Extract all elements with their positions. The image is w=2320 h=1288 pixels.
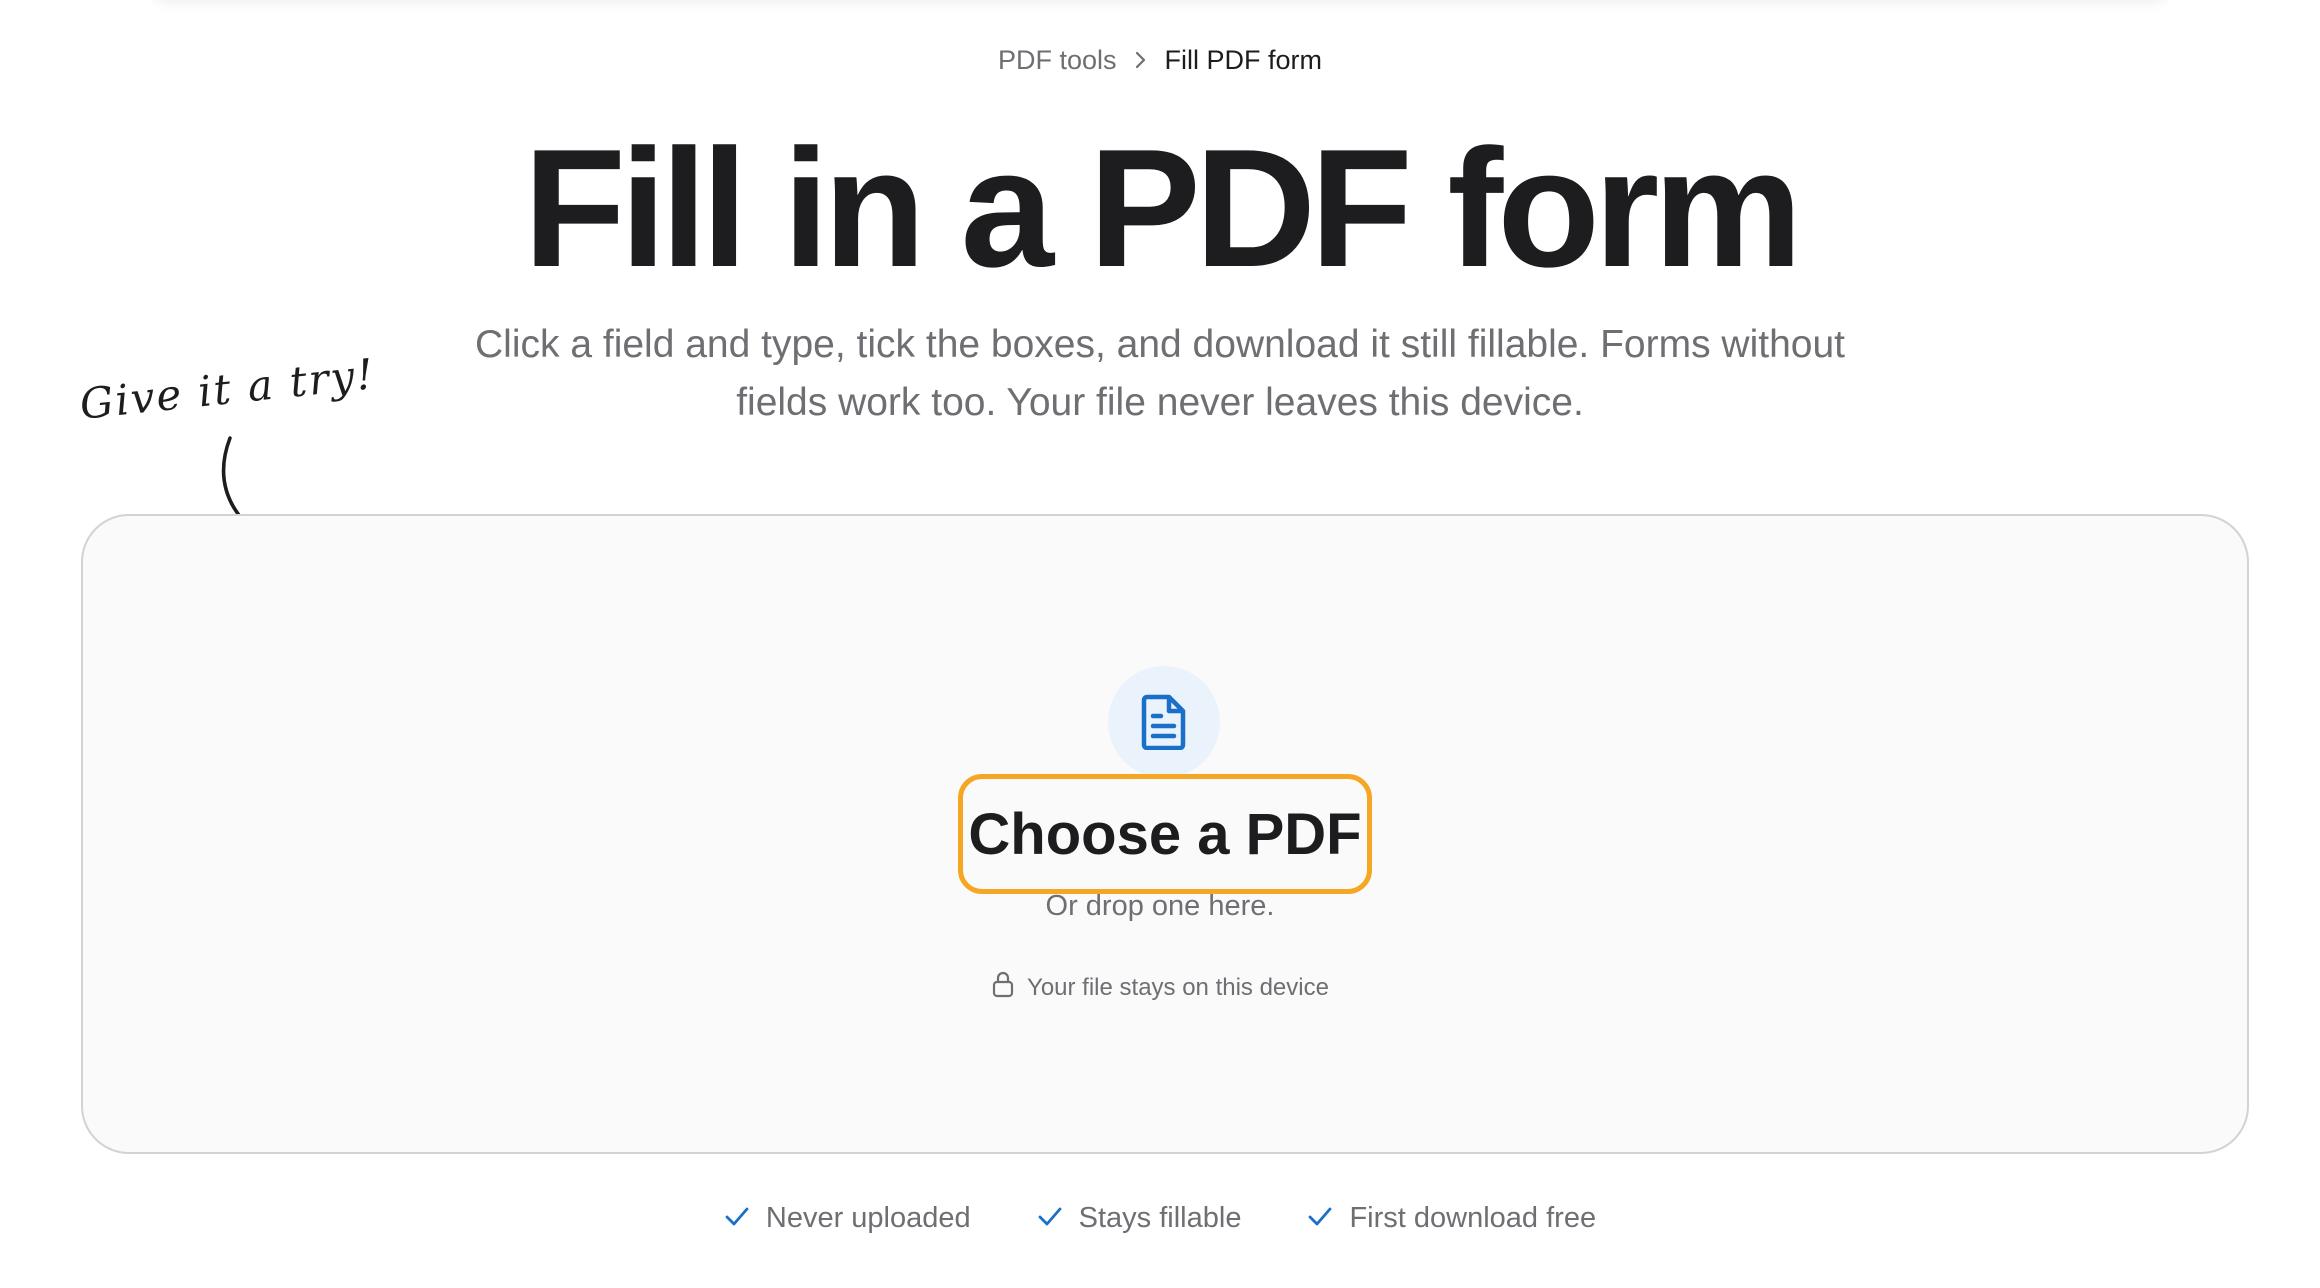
page-subtitle: Click a field and type, tick the boxes, …: [475, 323, 1845, 424]
feature-never-uploaded: Never uploaded: [724, 1202, 971, 1235]
check-icon: [724, 1202, 750, 1235]
check-icon: [1037, 1202, 1063, 1235]
give-it-a-try-hint: Give it a try!: [77, 349, 378, 429]
chevron-right-icon: [1133, 50, 1149, 70]
breadcrumb-current: Fill PDF form: [1164, 45, 1323, 75]
page: PDF tools Fill PDF form Fill in a PDF fo…: [0, 0, 2320, 1288]
feature-first-download-free: First download free: [1307, 1202, 1596, 1235]
check-icon: [1307, 1202, 1333, 1235]
breadcrumb-pdf-tools-link[interactable]: PDF tools: [998, 42, 1117, 78]
breadcrumb: PDF tools Fill PDF form: [0, 42, 2320, 78]
feature-label: First download free: [1349, 1202, 1597, 1234]
drop-hint-text: Or drop one here.: [1045, 890, 1275, 922]
feature-label: Never uploaded: [765, 1202, 971, 1234]
page-title: Fill in a PDF form: [523, 114, 1802, 302]
privacy-text: Your file stays on this device: [1027, 973, 1329, 1001]
choose-pdf-button[interactable]: Choose a PDF: [958, 774, 1372, 894]
feature-stays-fillable: Stays fillable: [1037, 1202, 1242, 1235]
feature-list: Never uploaded Stays fillable First down…: [0, 1202, 2320, 1235]
lock-icon: [991, 970, 1015, 1005]
feature-label: Stays fillable: [1078, 1202, 1242, 1234]
file-text-icon: [1108, 666, 1220, 778]
privacy-note: Your file stays on this device: [0, 970, 2320, 1005]
